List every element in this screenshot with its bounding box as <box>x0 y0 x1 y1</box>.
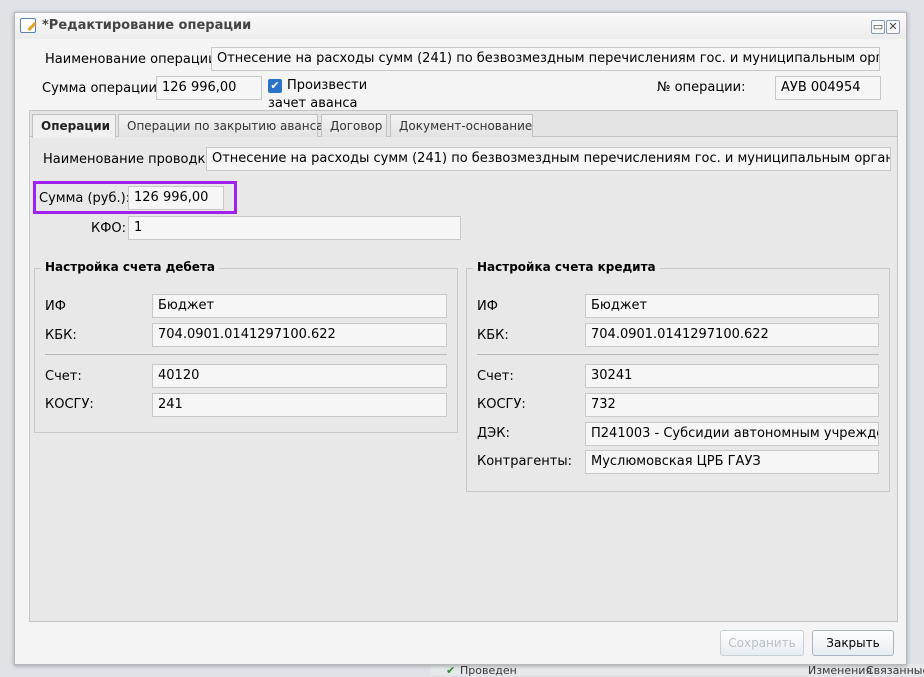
edit-document-icon <box>20 18 36 33</box>
tab-base-document[interactable]: Документ-основание <box>390 114 533 137</box>
tab-strip: Операции Операции по закрытию аванса Дог… <box>30 111 897 138</box>
credit-title: Настройка счета кредита <box>473 260 660 274</box>
posting-sum-input[interactable]: 126 996,00 <box>128 186 224 210</box>
credit-kbk-label: КБК: <box>477 328 509 343</box>
title-bar: *Редактирование операции ▭ ✕ <box>15 13 906 39</box>
credit-contractors-label: Контрагенты: <box>477 454 573 469</box>
debit-title: Настройка счета дебета <box>41 260 219 274</box>
posting-sum-label: Сумма (руб.): <box>39 191 131 206</box>
edit-operation-dialog: *Редактирование операции ▭ ✕ Наименовани… <box>14 12 907 665</box>
kfo-label: КФО: <box>91 221 127 236</box>
close-button[interactable]: Закрыть <box>812 630 894 656</box>
dialog-title: *Редактирование операции <box>42 18 252 33</box>
credit-if-label: ИФ <box>477 299 498 314</box>
check-icon: ✔ <box>446 664 456 677</box>
credit-kosgu-input[interactable]: 732 <box>585 393 879 417</box>
advance-checkbox-label: Произвести <box>287 78 368 93</box>
advance-checkbox-label-2: зачет аванса <box>268 96 358 111</box>
credit-if-input[interactable]: Бюджет <box>585 294 879 318</box>
credit-contractors-input[interactable]: Муслюмовская ЦРБ ГАУЗ <box>585 450 879 474</box>
tab-panel: Операции Операции по закрытию аванса Дог… <box>29 110 898 622</box>
posting-name-label: Наименование проводки: <box>43 152 219 167</box>
maximize-icon[interactable]: ▭ <box>871 20 885 34</box>
credit-dek-input[interactable]: П241003 - Субсидии автономным учреждения… <box>585 422 879 446</box>
credit-kosgu-label: КОСГУ: <box>477 397 526 412</box>
op-sum-label: Сумма операции: <box>42 81 162 96</box>
op-number-input[interactable]: АУВ 004954 <box>775 76 881 100</box>
divider <box>477 354 879 355</box>
credit-account-label: Счет: <box>477 369 514 384</box>
close-icon[interactable]: ✕ <box>886 20 900 34</box>
debit-kbk-label: КБК: <box>45 328 77 343</box>
op-name-input[interactable]: Отнесение на расходы сумм (241) по безво… <box>211 47 880 71</box>
op-name-label: Наименование операции: <box>45 52 221 67</box>
tab-advance-closing[interactable]: Операции по закрытию аванса <box>118 114 324 137</box>
debit-if-label: ИФ <box>45 299 66 314</box>
debit-if-input[interactable]: Бюджет <box>152 294 447 318</box>
background-status: Проведен <box>460 664 517 677</box>
debit-kosgu-input[interactable]: 241 <box>152 393 447 417</box>
background-changes-tab[interactable]: Изменения <box>808 664 872 677</box>
save-button[interactable]: Сохранить <box>720 630 804 656</box>
op-sum-input[interactable]: 126 996,00 <box>156 76 262 100</box>
credit-kbk-input[interactable]: 704.0901.0141297100.622 <box>585 323 879 347</box>
debit-kbk-input[interactable]: 704.0901.0141297100.622 <box>152 323 447 347</box>
credit-dek-label: ДЭК: <box>477 426 510 441</box>
background-related-tab[interactable]: Связанные <box>866 664 924 677</box>
credit-account-input[interactable]: 30241 <box>585 364 879 388</box>
debit-kosgu-label: КОСГУ: <box>45 397 94 412</box>
tab-operations[interactable]: Операции <box>32 114 116 138</box>
advance-checkbox[interactable]: ✔ <box>268 79 282 93</box>
debit-account-input[interactable]: 40120 <box>152 364 447 388</box>
debit-fieldset: Настройка счета дебета ИФ Бюджет КБК: 70… <box>34 260 458 433</box>
debit-account-label: Счет: <box>45 369 82 384</box>
posting-name-input[interactable]: Отнесение на расходы сумм (241) по безво… <box>206 147 891 171</box>
op-number-label: № операции: <box>657 80 746 95</box>
kfo-input[interactable]: 1 <box>128 216 461 240</box>
tab-contract[interactable]: Договор <box>321 114 387 137</box>
credit-fieldset: Настройка счета кредита ИФ Бюджет КБК: 7… <box>466 260 890 492</box>
divider <box>45 354 447 355</box>
background-statusbar: ✔ Проведен Изменения Связанные <box>430 664 924 677</box>
